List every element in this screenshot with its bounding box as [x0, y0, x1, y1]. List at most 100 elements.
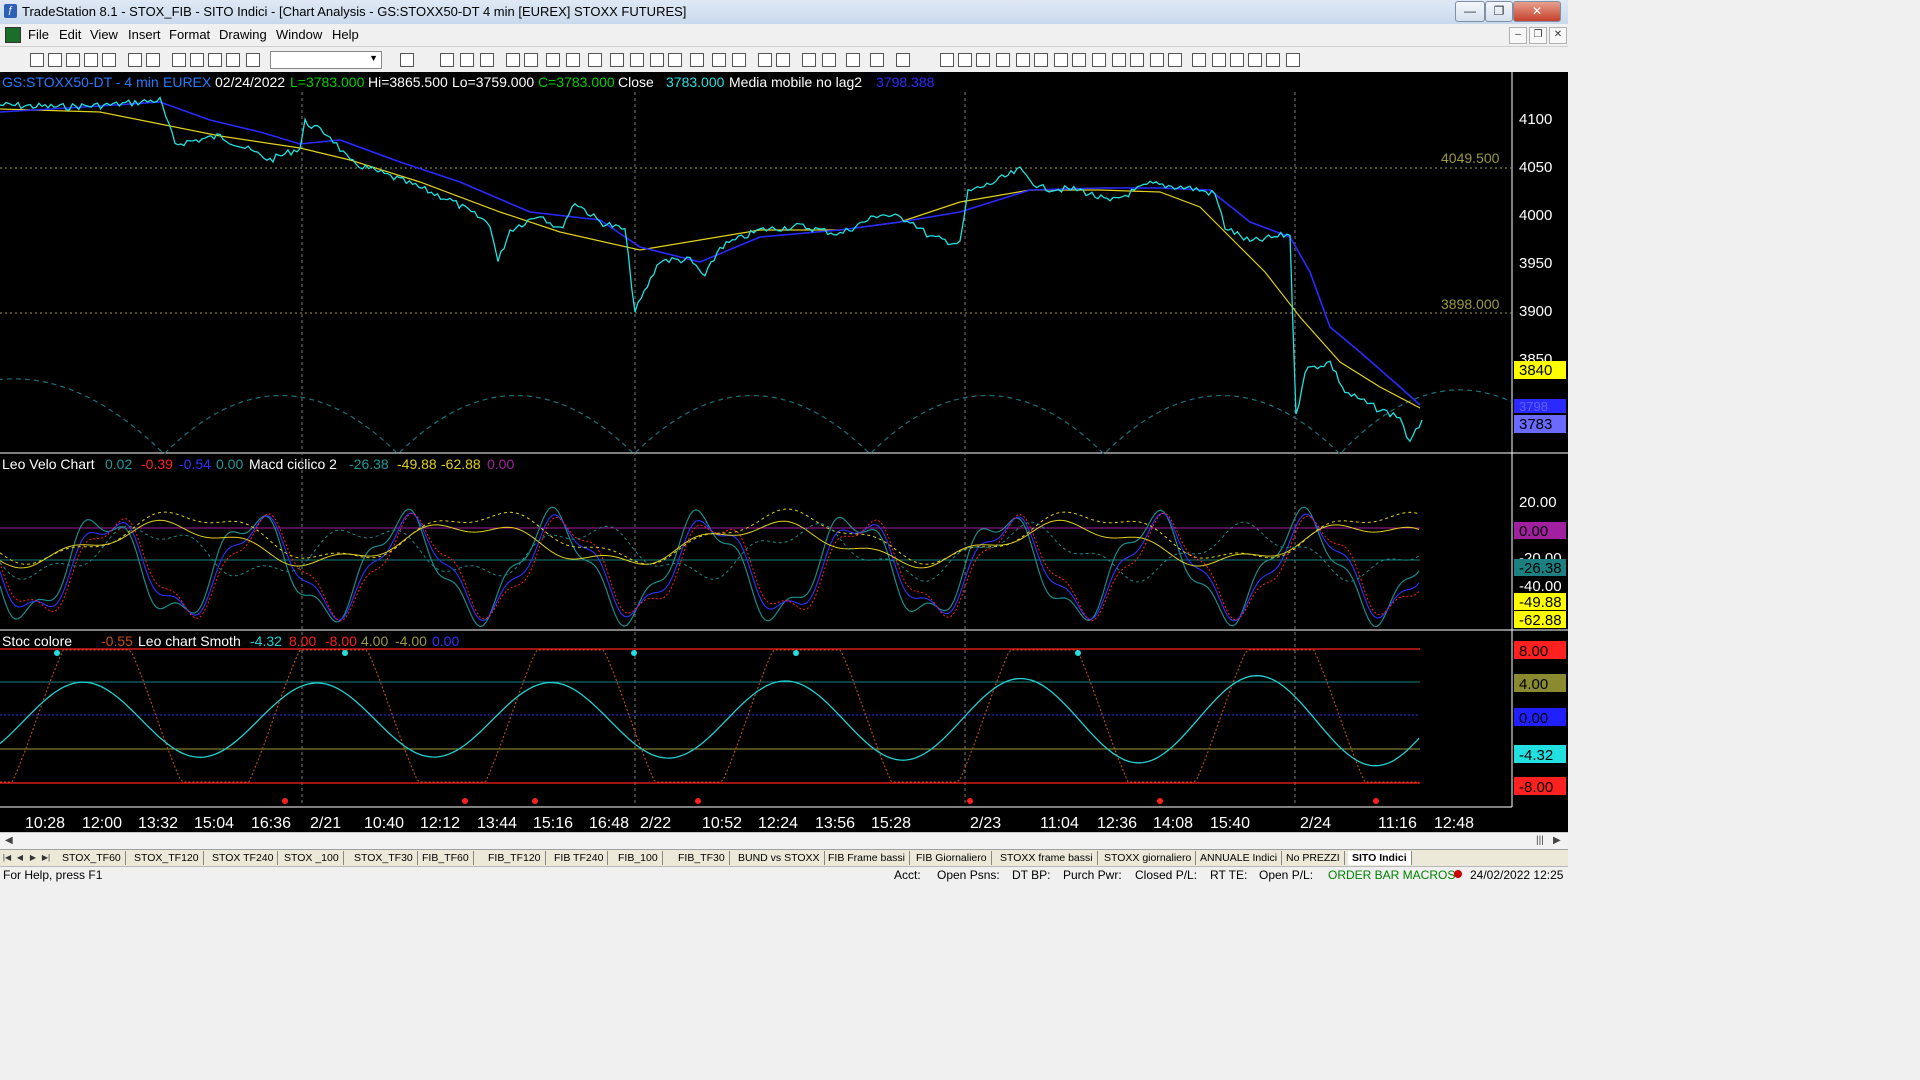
toolbar-tool-16-icon[interactable]: [480, 53, 494, 67]
worksheet-tab[interactable]: FIB_TF30: [674, 851, 730, 865]
toolbar-tool-2-icon[interactable]: [66, 53, 80, 67]
toolbar-tool-10-icon[interactable]: [226, 53, 240, 67]
menu-insert[interactable]: Insert: [128, 27, 161, 42]
worksheet-tab[interactable]: SITO Indici: [1348, 851, 1412, 865]
tab-prev-icon[interactable]: ◀: [15, 852, 25, 863]
worksheet-tab[interactable]: STOX _100: [280, 851, 344, 865]
toolbar-tool-51-icon[interactable]: [1230, 53, 1244, 67]
worksheet-tab[interactable]: FIB Giornaliero: [912, 851, 992, 865]
toolbar-tool-21-icon[interactable]: [588, 53, 602, 67]
restore-button[interactable]: ❐: [1485, 1, 1513, 22]
minimize-button[interactable]: —: [1455, 1, 1485, 22]
toolbar-tool-49-icon[interactable]: [1192, 53, 1206, 67]
menu-view[interactable]: View: [90, 27, 118, 42]
chart-window-icon[interactable]: [5, 27, 21, 43]
toolbar-tool-23-icon[interactable]: [630, 53, 644, 67]
close-button[interactable]: ✕: [1513, 1, 1561, 22]
toolbar-tool-11-icon[interactable]: [246, 53, 260, 67]
toolbar-tool-45-icon[interactable]: [1112, 53, 1126, 67]
menu-help[interactable]: Help: [332, 27, 359, 42]
menu-format[interactable]: Format: [169, 27, 210, 42]
toolbar-tool-32-icon[interactable]: [822, 53, 836, 67]
toolbar-tool-39-icon[interactable]: [996, 53, 1010, 67]
status-macros[interactable]: ORDER BAR MACROS: [1328, 868, 1455, 882]
toolbar-tool-35-icon[interactable]: [896, 53, 910, 67]
toolbar-tool-1-icon[interactable]: [48, 53, 62, 67]
toolbar-tool-7-icon[interactable]: [172, 53, 186, 67]
worksheet-tab[interactable]: FIB_TF60: [418, 851, 474, 865]
toolbar-tool-50-icon[interactable]: [1212, 53, 1226, 67]
worksheet-tab[interactable]: FIB TF240: [550, 851, 609, 865]
toolbar-tool-5-icon[interactable]: [128, 53, 142, 67]
worksheet-tab[interactable]: ANNUALE Indici: [1196, 851, 1283, 865]
menu-file[interactable]: File: [28, 27, 49, 42]
toolbar-tool-0-icon[interactable]: [30, 53, 44, 67]
worksheet-tab[interactable]: FIB Frame bassi: [824, 851, 911, 865]
toolbar-tool-3-icon[interactable]: [84, 53, 98, 67]
symbol-dropdown[interactable]: [270, 51, 382, 69]
worksheet-tab[interactable]: FIB_TF120: [484, 851, 546, 865]
toolbar-tool-27-icon[interactable]: [712, 53, 726, 67]
toolbar-tool-25-icon[interactable]: [668, 53, 682, 67]
toolbar-tool-48-icon[interactable]: [1168, 53, 1182, 67]
toolbar-tool-34-icon[interactable]: [870, 53, 884, 67]
tab-last-icon[interactable]: ▶|: [41, 852, 51, 863]
scroll-left-icon[interactable]: ◀: [5, 835, 13, 846]
toolbar-tool-40-icon[interactable]: [1016, 53, 1030, 67]
toolbar-tool-37-icon[interactable]: [958, 53, 972, 67]
toolbar-tool-14-icon[interactable]: [440, 53, 454, 67]
toolbar-tool-15-icon[interactable]: [460, 53, 474, 67]
worksheet-tab[interactable]: BUND vs STOXX: [734, 851, 825, 865]
menu-window[interactable]: Window: [276, 27, 322, 42]
toolbar-tool-47-icon[interactable]: [1150, 53, 1164, 67]
mdi-minimize-button[interactable]: –: [1509, 27, 1527, 44]
menu-edit[interactable]: Edit: [59, 27, 81, 42]
scroll-thumb-icon[interactable]: |||: [1536, 835, 1544, 846]
horizontal-scrollbar[interactable]: ◀ ||| ▶: [0, 832, 1568, 849]
tab-first-icon[interactable]: |◀: [2, 852, 12, 863]
toolbar-tool-4-icon[interactable]: [102, 53, 116, 67]
worksheet-tab[interactable]: STOX TF240: [208, 851, 279, 865]
toolbar-tool-13-icon[interactable]: [400, 53, 414, 67]
toolbar-tool-22-icon[interactable]: [610, 53, 624, 67]
toolbar-tool-54-icon[interactable]: [1286, 53, 1300, 67]
toolbar-tool-44-icon[interactable]: [1092, 53, 1106, 67]
toolbar-tool-9-icon[interactable]: [208, 53, 222, 67]
tab-next-icon[interactable]: ▶: [28, 852, 38, 863]
scroll-right-icon[interactable]: ▶: [1553, 835, 1561, 846]
toolbar-tool-30-icon[interactable]: [776, 53, 790, 67]
mdi-restore-button[interactable]: ❐: [1529, 27, 1547, 44]
chart-canvas[interactable]: 4049.500 3898.000 4100 4050 4000 3950 39…: [0, 72, 1568, 832]
worksheet-tab[interactable]: STOXX frame bassi: [996, 851, 1098, 865]
toolbar-tool-41-icon[interactable]: [1034, 53, 1048, 67]
time-tick: 10:28: [25, 815, 65, 832]
worksheet-tab[interactable]: No PREZZI: [1282, 851, 1345, 865]
toolbar-tool-29-icon[interactable]: [758, 53, 772, 67]
toolbar-tool-31-icon[interactable]: [802, 53, 816, 67]
toolbar-tool-6-icon[interactable]: [146, 53, 160, 67]
toolbar-tool-26-icon[interactable]: [690, 53, 704, 67]
mdi-close-button[interactable]: ✕: [1549, 27, 1567, 44]
worksheet-tab[interactable]: STOX_TF120: [130, 851, 204, 865]
toolbar-tool-17-icon[interactable]: [506, 53, 520, 67]
toolbar-tool-8-icon[interactable]: [190, 53, 204, 67]
menu-drawing[interactable]: Drawing: [219, 27, 267, 42]
toolbar-tool-46-icon[interactable]: [1130, 53, 1144, 67]
toolbar-tool-33-icon[interactable]: [846, 53, 860, 67]
toolbar-tool-18-icon[interactable]: [524, 53, 538, 67]
toolbar-tool-43-icon[interactable]: [1072, 53, 1086, 67]
worksheet-tab[interactable]: STOX_TF30: [350, 851, 418, 865]
worksheet-tab[interactable]: STOXX giornaliero: [1100, 851, 1197, 865]
toolbar-tool-52-icon[interactable]: [1248, 53, 1262, 67]
toolbar-tool-24-icon[interactable]: [650, 53, 664, 67]
toolbar-tool-36-icon[interactable]: [940, 53, 954, 67]
toolbar-tool-19-icon[interactable]: [546, 53, 560, 67]
worksheet-tab[interactable]: FIB_100: [614, 851, 663, 865]
toolbar-tool-28-icon[interactable]: [732, 53, 746, 67]
toolbar-tool-38-icon[interactable]: [976, 53, 990, 67]
chart-area[interactable]: 4049.500 3898.000 4100 4050 4000 3950 39…: [0, 72, 1568, 832]
toolbar-tool-20-icon[interactable]: [566, 53, 580, 67]
worksheet-tab[interactable]: STOX_TF60: [58, 851, 126, 865]
toolbar-tool-42-icon[interactable]: [1054, 53, 1068, 67]
toolbar-tool-53-icon[interactable]: [1266, 53, 1280, 67]
